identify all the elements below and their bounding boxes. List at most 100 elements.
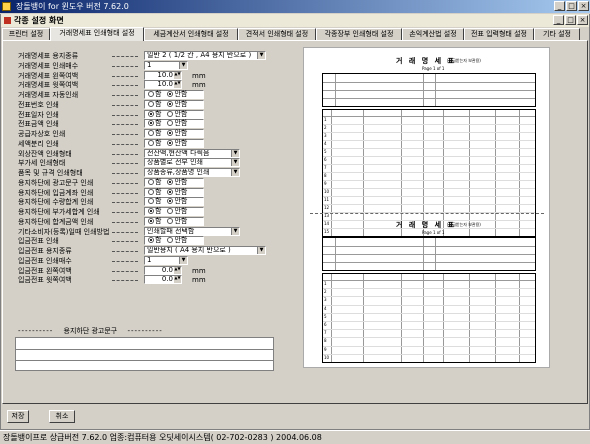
spinner-icon[interactable]: ▲▼ bbox=[174, 81, 181, 88]
preview-row-number: 6 bbox=[324, 157, 327, 162]
preview-subtitle-2: (공급받는자 보관용) bbox=[447, 222, 481, 227]
minimize-button[interactable]: _ bbox=[554, 1, 565, 11]
yes-no-radio-group[interactable]: 함 안함 bbox=[144, 110, 204, 119]
count-input[interactable]: 1 ▼ bbox=[144, 61, 188, 70]
inner-maximize-button[interactable]: □ bbox=[565, 15, 576, 25]
option-dropdown[interactable]: 상품종류,상품명 인쇄 ▼ bbox=[144, 168, 240, 177]
margin-input[interactable]: 10.0 ▲▼ bbox=[144, 71, 182, 80]
form-row-label: 입금전표 윗쪽여백 bbox=[18, 276, 72, 284]
radio-yes[interactable] bbox=[148, 218, 154, 224]
yes-no-radio-group[interactable]: 함 안함 bbox=[144, 178, 204, 187]
tab-slip-input[interactable]: 전표 입력형태 설정 bbox=[464, 28, 534, 40]
preview-row-number: 1 bbox=[324, 281, 327, 286]
option-dropdown[interactable]: 일반 2 ( 1/2 칸 , A4 용지 반으로 ) ▼ bbox=[144, 51, 266, 60]
radio-yes-label: 함 bbox=[155, 197, 162, 205]
radio-no[interactable] bbox=[167, 101, 174, 107]
radio-yes[interactable] bbox=[148, 179, 154, 185]
row-divider bbox=[112, 85, 138, 86]
margin-input[interactable]: 10.0 ▲▼ bbox=[144, 80, 182, 89]
maximize-button[interactable]: □ bbox=[566, 1, 577, 11]
tab-quote-print[interactable]: 견적서 인쇄형태 설정 bbox=[238, 28, 316, 40]
preview-row-number: 9 bbox=[324, 346, 327, 352]
option-dropdown[interactable]: 일반용지 ( A4 용지 반으로 ) ▼ bbox=[144, 246, 266, 255]
radio-yes[interactable] bbox=[148, 189, 154, 195]
radio-yes[interactable] bbox=[148, 91, 154, 97]
ad-text-area[interactable] bbox=[15, 337, 274, 371]
inner-close-button[interactable]: × bbox=[577, 15, 588, 25]
radio-no[interactable] bbox=[167, 111, 174, 117]
radio-no[interactable] bbox=[167, 179, 174, 185]
radio-yes[interactable] bbox=[148, 140, 154, 146]
tab-printer[interactable]: 프린터 설정 bbox=[2, 28, 50, 40]
radio-no[interactable] bbox=[167, 91, 174, 97]
radio-yes[interactable] bbox=[148, 208, 154, 214]
yes-no-radio-group[interactable]: 함 안함 bbox=[144, 207, 204, 216]
radio-no[interactable] bbox=[167, 189, 174, 195]
margin-input[interactable]: 0.0 ▲▼ bbox=[144, 266, 182, 275]
preview-row-number: 10 bbox=[324, 354, 330, 360]
radio-yes[interactable] bbox=[148, 120, 154, 126]
radio-no[interactable] bbox=[167, 120, 174, 126]
close-button[interactable]: × bbox=[578, 1, 589, 11]
option-dropdown[interactable]: 인쇄할때 선택함 ▼ bbox=[144, 227, 240, 236]
row-divider bbox=[112, 193, 138, 194]
app-icon bbox=[2, 2, 11, 11]
chevron-down-icon[interactable]: ▼ bbox=[179, 257, 187, 264]
radio-no-label: 안함 bbox=[174, 197, 188, 205]
row-divider bbox=[112, 261, 138, 262]
radio-no[interactable] bbox=[167, 140, 174, 146]
radio-no[interactable] bbox=[167, 208, 174, 214]
yes-no-radio-group[interactable]: 함 안함 bbox=[144, 139, 204, 148]
radio-no[interactable] bbox=[167, 218, 174, 224]
radio-no[interactable] bbox=[167, 198, 174, 204]
count-input[interactable]: 1 ▼ bbox=[144, 256, 188, 265]
row-divider bbox=[112, 280, 138, 281]
option-dropdown[interactable]: 전잔액,현잔액 다찍음 ▼ bbox=[144, 149, 240, 158]
spinner-icon[interactable]: ▲▼ bbox=[174, 72, 181, 79]
chevron-down-icon[interactable]: ▼ bbox=[231, 228, 239, 235]
radio-no-label: 안함 bbox=[174, 236, 188, 244]
chevron-down-icon[interactable]: ▼ bbox=[257, 247, 265, 254]
radio-yes[interactable] bbox=[148, 111, 154, 117]
yes-no-radio-group[interactable]: 함 안함 bbox=[144, 129, 204, 138]
cancel-button[interactable]: 취소 bbox=[49, 410, 75, 423]
preview-page-2: Page 1 of 1 bbox=[422, 230, 445, 235]
field-value: 일반용지 ( A4 용지 반으로 ) bbox=[147, 246, 231, 254]
tab-other[interactable]: 기타 설정 bbox=[534, 28, 580, 40]
inner-minimize-button[interactable]: _ bbox=[553, 15, 564, 25]
tab-invoice-print[interactable]: 거래명세표 인쇄형태 설정 bbox=[50, 27, 144, 41]
yes-no-radio-group[interactable]: 함 안함 bbox=[144, 100, 204, 109]
yes-no-radio-group[interactable]: 함 안함 bbox=[144, 197, 204, 206]
chevron-down-icon[interactable]: ▼ bbox=[179, 62, 187, 69]
option-dropdown[interactable]: 상품별로 전부 인쇄 ▼ bbox=[144, 158, 240, 167]
tab-ledger-print[interactable]: 각종장부 인쇄형태 설정 bbox=[316, 28, 402, 40]
chevron-down-icon[interactable]: ▼ bbox=[231, 150, 239, 157]
chevron-down-icon[interactable]: ▼ bbox=[231, 159, 239, 166]
chevron-down-icon[interactable]: ▼ bbox=[257, 52, 265, 59]
form-row-label: 입금전표 인쇄 bbox=[18, 237, 59, 245]
yes-no-radio-group[interactable]: 함 안함 bbox=[144, 217, 204, 226]
yes-no-radio-group[interactable]: 함 안함 bbox=[144, 188, 204, 197]
radio-yes[interactable] bbox=[148, 237, 154, 243]
field-value: 10.0 bbox=[157, 71, 173, 79]
tab-tax-invoice-print[interactable]: 세금계산서 인쇄형태 설정 bbox=[144, 28, 238, 40]
form-row-label: 품목 및 규격 인쇄형태 bbox=[18, 169, 83, 177]
radio-yes[interactable] bbox=[148, 101, 154, 107]
radio-no[interactable] bbox=[167, 130, 174, 136]
radio-no[interactable] bbox=[167, 237, 174, 243]
radio-yes[interactable] bbox=[148, 198, 154, 204]
yes-no-radio-group[interactable]: 함 안함 bbox=[144, 90, 204, 99]
row-divider bbox=[112, 271, 138, 272]
chevron-down-icon[interactable]: ▼ bbox=[231, 169, 239, 176]
unit-label: mm bbox=[192, 267, 206, 275]
spinner-icon[interactable]: ▲▼ bbox=[174, 267, 181, 274]
margin-input[interactable]: 0.0 ▲▼ bbox=[144, 275, 182, 284]
yes-no-radio-group[interactable]: 함 안함 bbox=[144, 119, 204, 128]
memo-label: 용지하단 광고문구 bbox=[63, 327, 118, 335]
save-button[interactable]: 저장 bbox=[7, 410, 29, 423]
yes-no-radio-group[interactable]: 함 안함 bbox=[144, 236, 204, 245]
row-divider bbox=[112, 56, 138, 57]
radio-yes[interactable] bbox=[148, 130, 154, 136]
tab-profit-method[interactable]: 손익계산법 설정 bbox=[402, 28, 464, 40]
spinner-icon[interactable]: ▲▼ bbox=[174, 276, 181, 283]
